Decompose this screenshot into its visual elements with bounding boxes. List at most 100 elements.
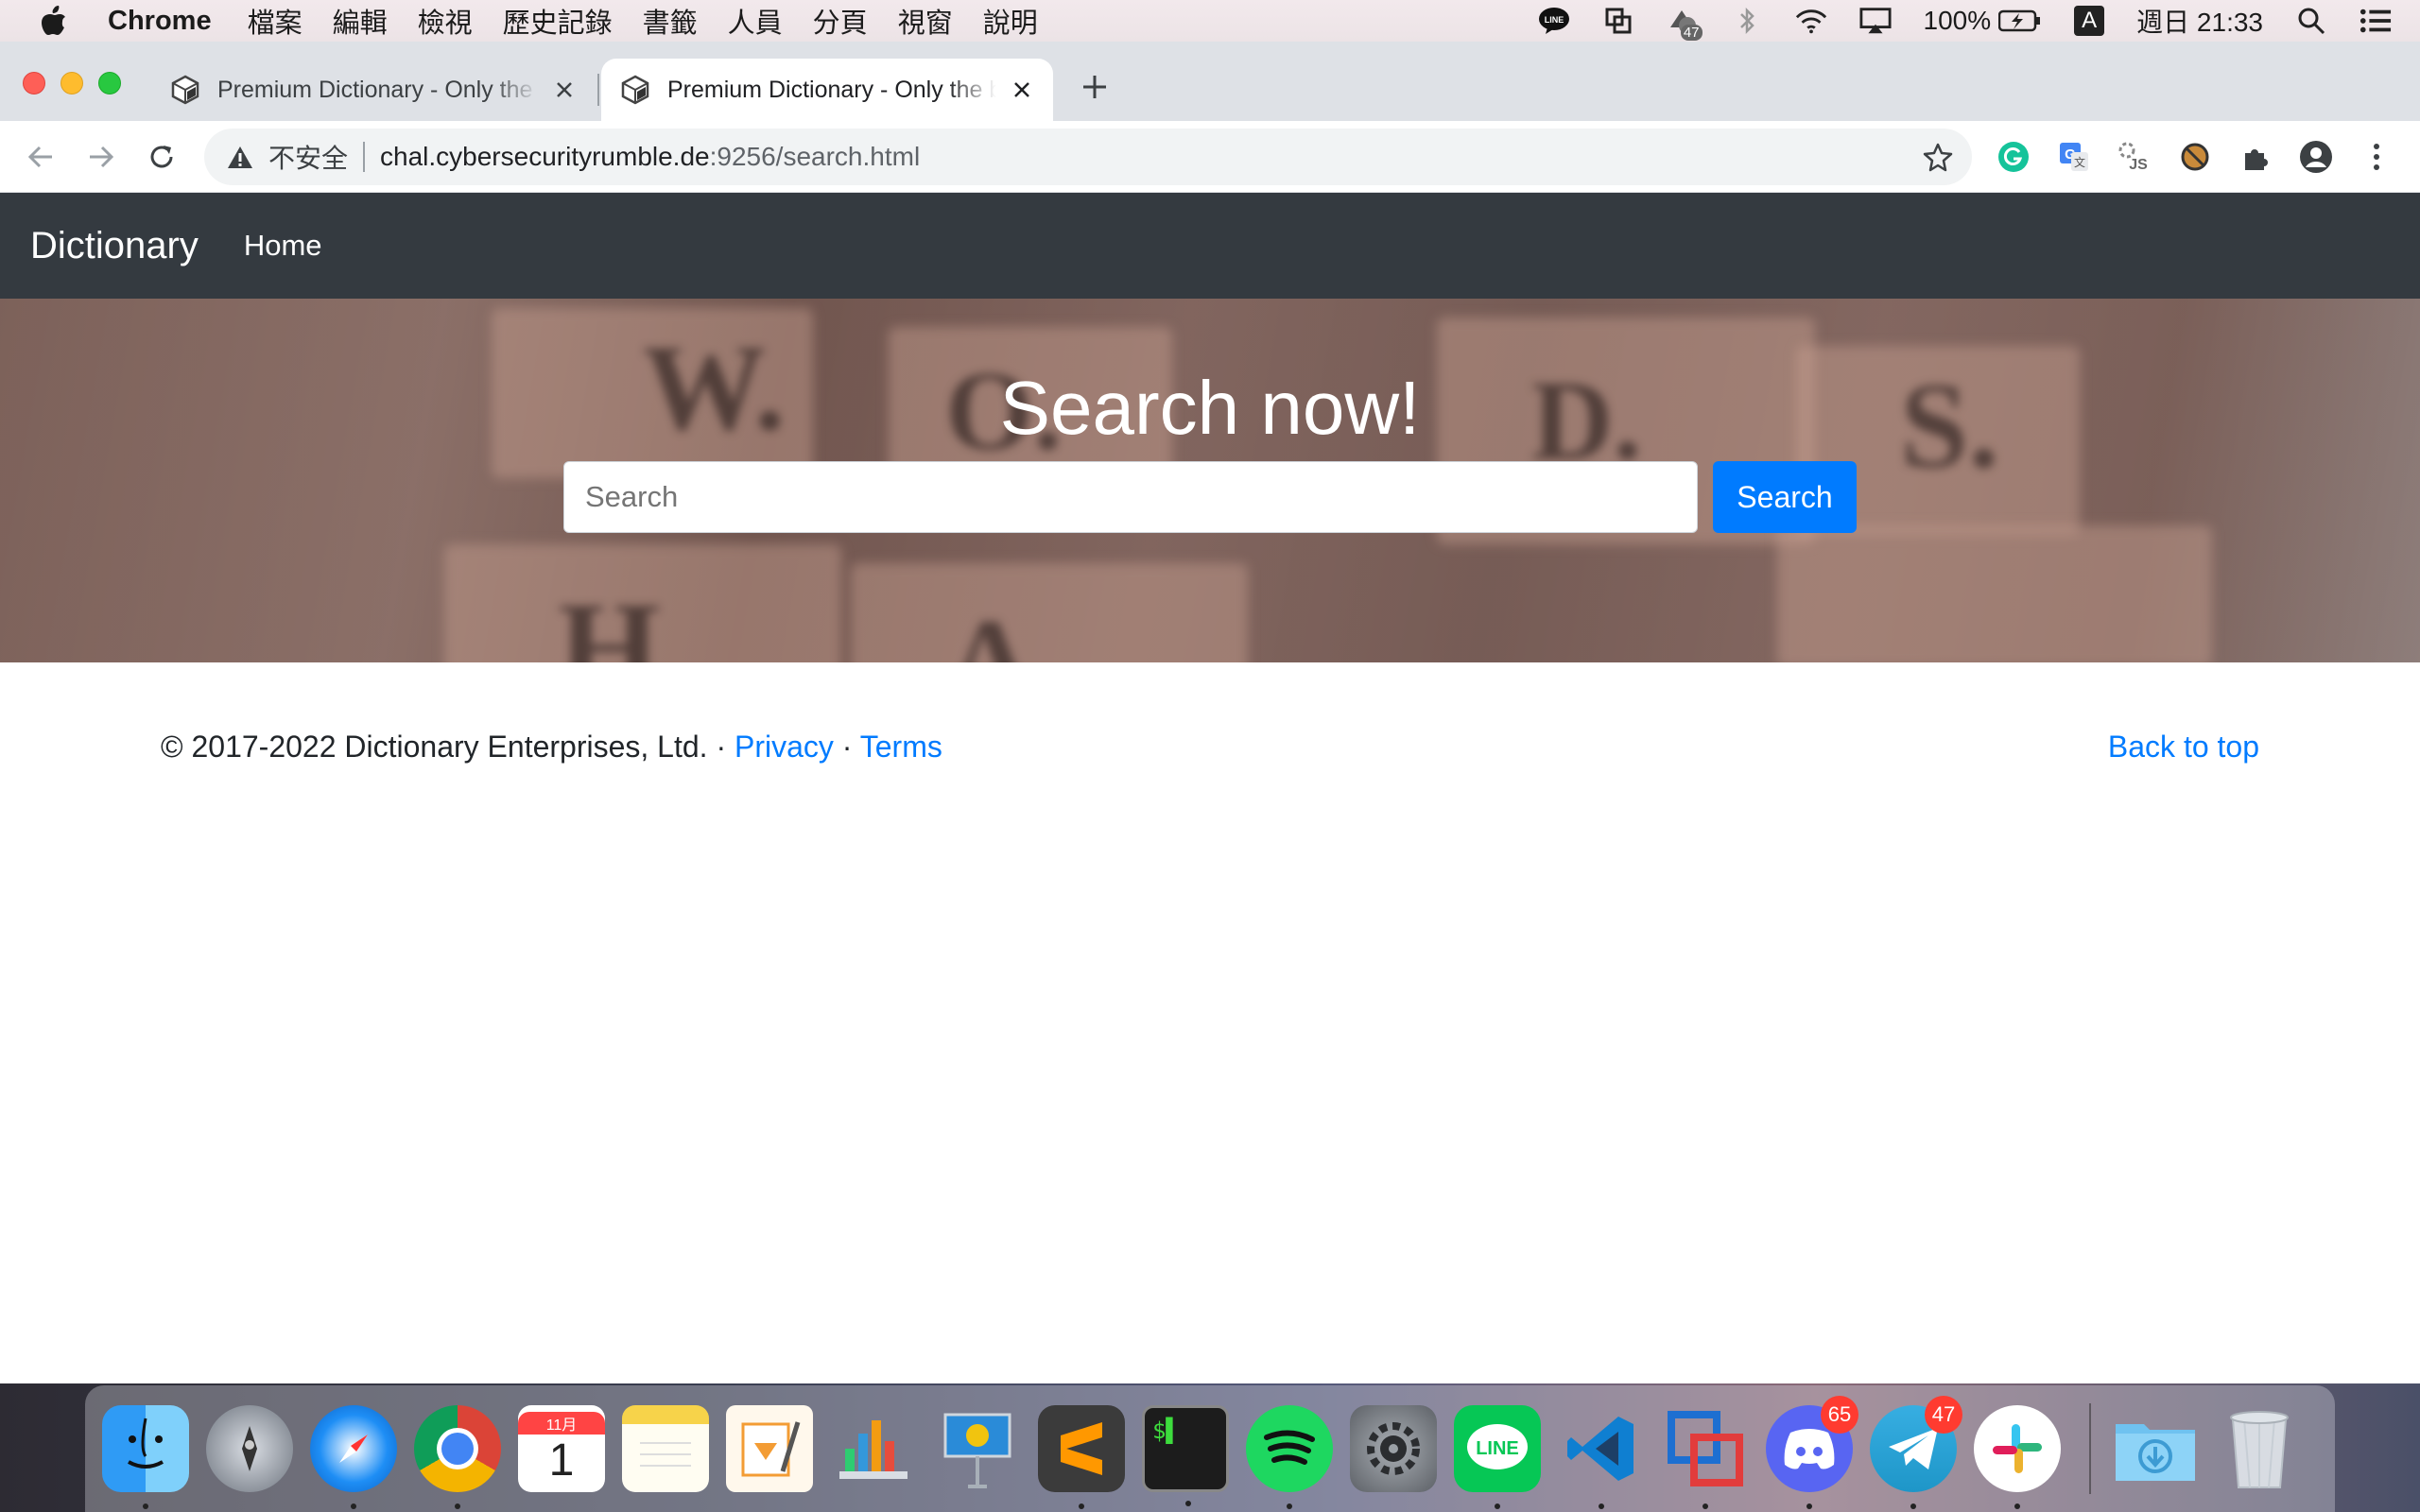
blocked-extension-icon[interactable]: [2178, 140, 2212, 174]
notification-center-icon[interactable]: [2360, 7, 2392, 35]
window-controls: [23, 72, 121, 94]
search-input[interactable]: [563, 461, 1698, 533]
tab-separator: [597, 74, 599, 106]
macos-dock: 11月 1 $▌ LINE 65 47: [85, 1385, 2335, 1512]
close-window-button[interactable]: [23, 72, 45, 94]
input-method-indicator[interactable]: A: [2074, 6, 2105, 36]
apple-menu-icon[interactable]: [38, 5, 70, 37]
site-footer: © 2017-2022 Dictionary Enterprises, Ltd.…: [161, 730, 2259, 765]
hero-bg-tile: [851, 563, 1248, 662]
battery-icon[interactable]: [1998, 7, 2042, 35]
svg-text:JS: JS: [2129, 157, 2148, 173]
menu-file[interactable]: 檔案: [248, 1, 302, 41]
back-to-top-link[interactable]: Back to top: [2108, 730, 2259, 765]
macos-menubar: Chrome 檔案 編輯 檢視 歷史記錄 書籤 人員 分頁 視窗 說明 LINE…: [0, 0, 2420, 42]
search-button[interactable]: Search: [1713, 461, 1857, 533]
telegram-icon[interactable]: 47: [1870, 1396, 1962, 1509]
nav-home-link[interactable]: Home: [244, 229, 322, 263]
tab-title: Premium Dictionary - Only the best words: [667, 76, 996, 103]
tab-premium-dictionary-2[interactable]: Premium Dictionary - Only the best words: [601, 59, 1053, 121]
line-status-icon[interactable]: LINE: [1538, 7, 1570, 35]
footer-separator: ·: [833, 730, 860, 764]
zoom-window-button[interactable]: [98, 72, 121, 94]
security-status-label[interactable]: 不安全: [268, 138, 348, 176]
js-extension-icon[interactable]: JS: [2118, 140, 2152, 174]
downloads-folder-icon[interactable]: [2112, 1405, 2199, 1492]
minimize-window-button[interactable]: [60, 72, 83, 94]
close-tab-icon[interactable]: [552, 77, 577, 102]
menu-history[interactable]: 歷史記錄: [503, 1, 613, 41]
new-tab-icon[interactable]: [1078, 70, 1112, 104]
menu-window[interactable]: 視窗: [898, 1, 953, 41]
vmware-icon[interactable]: [1662, 1405, 1749, 1509]
bluetooth-icon[interactable]: [1731, 7, 1763, 35]
line-icon[interactable]: LINE: [1454, 1405, 1541, 1509]
running-indicator: [1079, 1503, 1084, 1509]
gear-icon[interactable]: [1350, 1405, 1437, 1492]
terminal-icon[interactable]: $▌: [1142, 1405, 1229, 1506]
menu-tab[interactable]: 分頁: [813, 1, 868, 41]
discord-icon[interactable]: 65: [1766, 1396, 1858, 1509]
finder-icon[interactable]: [102, 1405, 189, 1509]
bookmark-star-icon[interactable]: [1923, 142, 1953, 172]
profile-avatar-icon[interactable]: [2299, 140, 2333, 174]
back-icon[interactable]: [23, 139, 59, 175]
chrome-icon[interactable]: [414, 1405, 501, 1509]
screen-share-icon[interactable]: [1602, 7, 1634, 35]
menubar-status-area: LINE 47 100% A 週日 21:33: [1538, 0, 2392, 42]
warning-triangle-icon[interactable]: [227, 143, 255, 171]
airplay-icon[interactable]: [1858, 7, 1892, 35]
menu-people[interactable]: 人員: [728, 1, 783, 41]
discord-unread-badge: 65: [1821, 1396, 1858, 1434]
vscode-icon[interactable]: [1558, 1405, 1645, 1509]
google-translate-icon[interactable]: G文: [2057, 140, 2091, 174]
url-path: :9256/search.html: [709, 142, 921, 171]
pages-icon[interactable]: [726, 1405, 813, 1492]
forward-icon[interactable]: [83, 139, 119, 175]
status-badge-count: 47: [1680, 25, 1703, 41]
slack-icon[interactable]: [1974, 1405, 2061, 1509]
privacy-link[interactable]: Privacy: [735, 730, 834, 764]
launchpad-icon[interactable]: [206, 1405, 293, 1492]
spotlight-search-icon[interactable]: [2295, 7, 2327, 35]
reload-icon[interactable]: [144, 139, 180, 175]
hero-bg-letter: A: [945, 594, 1034, 662]
notes-icon[interactable]: [622, 1405, 709, 1492]
browser-toolbar: 不安全 chal.cybersecurityrumble.de :9256/se…: [0, 121, 2420, 193]
svg-text:文: 文: [2074, 155, 2085, 169]
menu-edit[interactable]: 編輯: [333, 1, 388, 41]
trash-icon[interactable]: [2216, 1405, 2303, 1492]
running-indicator: [455, 1503, 460, 1509]
footer-copyright: © 2017-2022 Dictionary Enterprises, Ltd.…: [161, 730, 735, 764]
menu-app-name[interactable]: Chrome: [108, 6, 212, 37]
terms-link[interactable]: Terms: [860, 730, 942, 764]
numbers-icon[interactable]: [830, 1405, 917, 1492]
footer-left: © 2017-2022 Dictionary Enterprises, Ltd.…: [161, 730, 942, 765]
site-navbar: Dictionary Home: [0, 193, 2420, 299]
running-indicator: [1703, 1503, 1708, 1509]
calendar-icon[interactable]: 11月 1: [518, 1405, 605, 1492]
hero-bg-tile: [1777, 525, 2212, 662]
close-tab-icon[interactable]: [1010, 77, 1034, 102]
tab-premium-dictionary-1[interactable]: Premium Dictionary - Only the best words: [151, 59, 596, 121]
cube-favicon-icon: [170, 75, 200, 105]
cube-favicon-icon: [620, 75, 650, 105]
spotify-icon[interactable]: [1246, 1405, 1333, 1509]
notification-status-icon[interactable]: 47: [1667, 7, 1703, 41]
menu-help[interactable]: 說明: [983, 1, 1038, 41]
menubar-clock[interactable]: 週日 21:33: [2136, 2, 2263, 40]
menu-view[interactable]: 檢視: [418, 1, 473, 41]
menu-bookmarks[interactable]: 書籤: [643, 1, 698, 41]
sublime-icon[interactable]: [1038, 1405, 1125, 1509]
safari-icon[interactable]: [310, 1405, 397, 1509]
keynote-icon[interactable]: [934, 1405, 1021, 1492]
navbar-brand[interactable]: Dictionary: [30, 225, 199, 267]
running-indicator: [2014, 1503, 2020, 1509]
address-bar[interactable]: 不安全 chal.cybersecurityrumble.de :9256/se…: [204, 129, 1972, 185]
wifi-icon[interactable]: [1795, 7, 1827, 35]
url-host: chal.cybersecurityrumble.de: [380, 142, 710, 171]
grammarly-icon[interactable]: [1996, 140, 2031, 174]
svg-text:LINE: LINE: [1476, 1438, 1519, 1459]
extensions-puzzle-icon[interactable]: [2238, 140, 2273, 174]
chrome-menu-icon[interactable]: [2360, 140, 2394, 174]
